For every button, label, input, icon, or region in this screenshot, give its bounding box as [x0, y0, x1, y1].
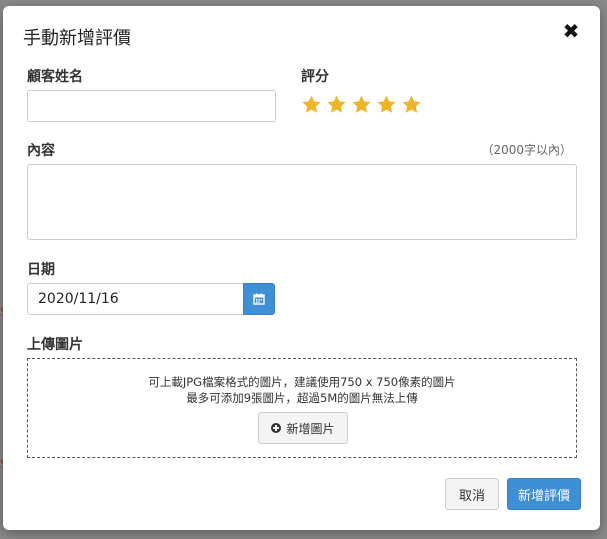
date-input[interactable] [27, 283, 244, 315]
cancel-button[interactable]: 取消 [445, 478, 499, 510]
content-textarea[interactable] [27, 164, 577, 240]
star-icon[interactable] [351, 94, 372, 115]
star-icon[interactable] [401, 94, 422, 115]
upload-instructions-line2: 最多可添加9張圖片，超過5M的圖片無法上傳 [186, 391, 418, 405]
content-length-hint: （2000字以內） [481, 143, 572, 157]
modal-title: 手動新增評價 [23, 28, 131, 49]
date-label: 日期 [27, 262, 55, 278]
plus-circle-icon [271, 423, 282, 433]
star-icon[interactable] [376, 94, 397, 115]
close-button[interactable]: ✖ [560, 20, 582, 42]
customer-name-input[interactable] [27, 90, 276, 122]
upload-image-label: 上傳圖片 [27, 337, 83, 353]
add-review-modal: 手動新增評價 ✖ 顧客姓名 評分 內容 （2000字以內） 日期 上傳圖片 可上… [3, 6, 600, 530]
date-picker-button[interactable] [243, 283, 275, 315]
calendar-icon [253, 293, 265, 305]
image-upload-dropzone[interactable]: 可上載JPG檔案格式的圖片，建議使用750 x 750像素的圖片 最多可添加9張… [27, 358, 577, 458]
submit-review-button[interactable]: 新增評價 [507, 478, 581, 510]
customer-name-label: 顧客姓名 [27, 69, 83, 85]
content-label: 內容 [27, 143, 55, 159]
rating-stars[interactable] [301, 94, 422, 116]
close-icon: ✖ [562, 19, 580, 43]
star-icon[interactable] [301, 94, 322, 115]
add-image-label: 新增圖片 [286, 421, 335, 436]
rating-label: 評分 [301, 69, 329, 85]
star-icon[interactable] [326, 94, 347, 115]
add-image-button[interactable]: 新增圖片 [258, 412, 348, 444]
upload-instructions-line1: 可上載JPG檔案格式的圖片，建議使用750 x 750像素的圖片 [148, 375, 456, 389]
